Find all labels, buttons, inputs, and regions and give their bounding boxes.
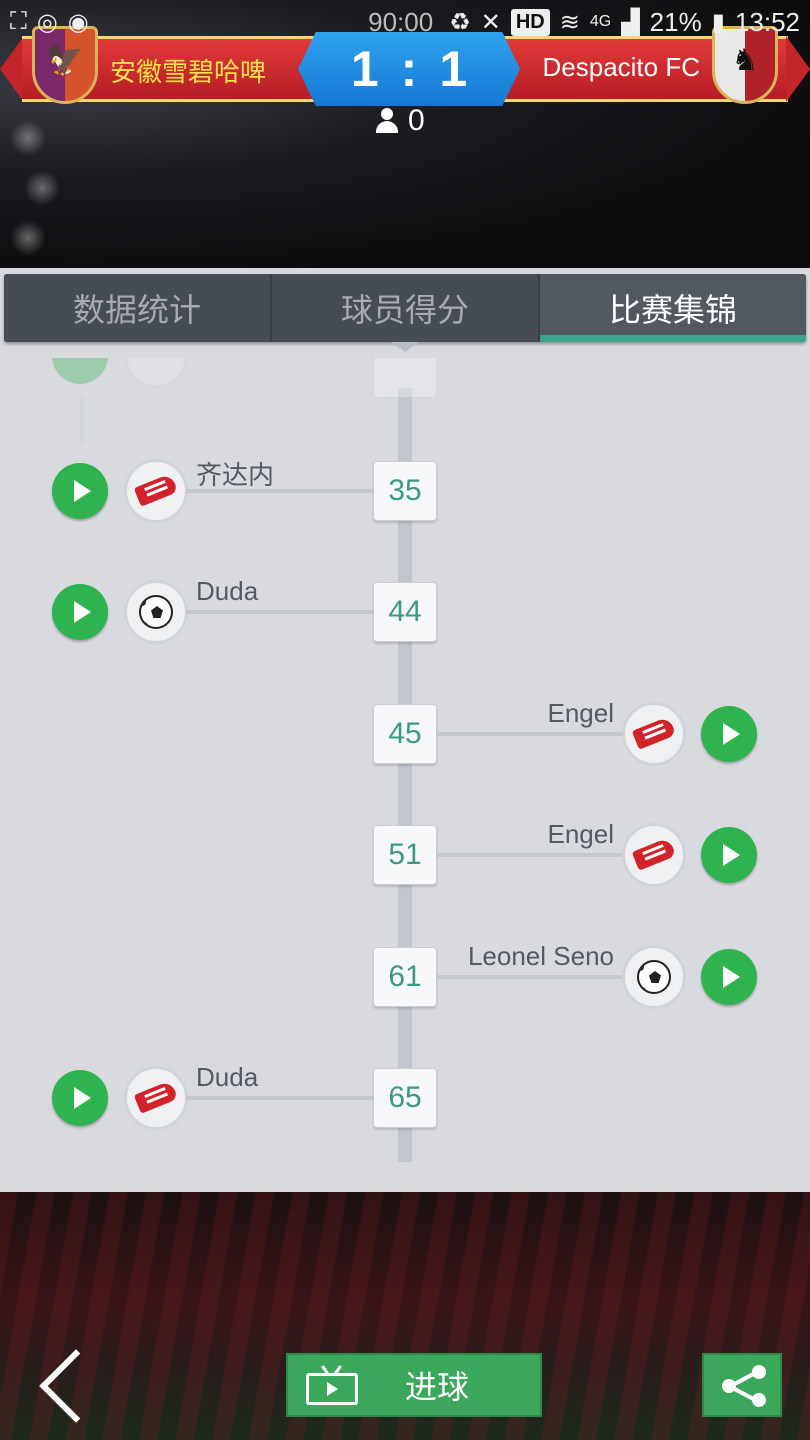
event-connector: [186, 1096, 374, 1100]
player-name: Engel: [547, 698, 615, 728]
player-name: 齐达内: [196, 460, 275, 490]
game-clock: 90:00: [368, 6, 434, 37]
minute-marker: 61: [373, 947, 437, 1007]
network-type: 4G: [589, 13, 612, 30]
play-highlight-button[interactable]: [701, 706, 757, 762]
event-connector: [436, 732, 626, 736]
timeline-event: Duda 65: [0, 1062, 810, 1138]
hd-badge: HD: [510, 8, 550, 36]
share-button[interactable]: [702, 1353, 782, 1417]
tab-statistics[interactable]: 数据统计: [4, 274, 272, 342]
screenshot-icon: ⛶: [10, 8, 27, 35]
timeline-event: 61 Leonel Seno: [0, 941, 810, 1017]
signal-icon: ▟: [621, 8, 640, 36]
play-highlight-button[interactable]: [52, 463, 108, 519]
player-name: Duda: [196, 576, 259, 606]
wifi-icon: ≋: [559, 8, 580, 36]
tab-highlights[interactable]: 比赛集锦: [540, 274, 806, 342]
goals-video-button[interactable]: 进球: [286, 1353, 542, 1417]
player-name: Engel: [547, 819, 615, 849]
event-connector: [186, 610, 374, 614]
highlights-timeline[interactable]: 齐达内 35 Duda 44 45 Engel 51 Engel 61 Leon…: [0, 358, 810, 1192]
minute-marker: 45: [373, 704, 437, 764]
banner-left-arrow: [0, 36, 24, 102]
minute-marker: 51: [373, 825, 437, 885]
event-connector: [436, 853, 626, 857]
tv-play-icon: [306, 1365, 358, 1405]
event-connector: [436, 975, 626, 979]
home-team-name: 安徽雪碧哈啤: [110, 58, 267, 88]
tab-bar: 数据统计 球员得分 比赛集锦: [4, 274, 806, 342]
play-highlight-button[interactable]: [52, 584, 108, 640]
tab-player-scores[interactable]: 球员得分: [272, 274, 540, 342]
goals-button-label: 进球: [404, 1368, 469, 1406]
ball-icon: [139, 595, 173, 629]
status-bar: ⛶ ◎ ◉ 90:00 ♻ ✕ HD ≋ 4G ▟ 21% ▮ 13:52: [0, 0, 810, 44]
boot-icon: [632, 719, 676, 749]
mute-icon: ✕: [480, 8, 501, 36]
event-icon: [124, 580, 188, 644]
away-team-name: Despacito FC: [542, 52, 701, 82]
sync-icon: ◎: [36, 8, 58, 36]
player-name: Leonel Seno: [467, 941, 614, 971]
play-highlight-button[interactable]: [701, 827, 757, 883]
timeline-event: 45 Engel: [0, 698, 810, 774]
event-icon: [124, 1066, 188, 1130]
event-icon: [124, 459, 188, 523]
timeline-event: 齐达内 35: [0, 459, 810, 531]
tab-bar-container: 数据统计 球员得分 比赛集锦: [0, 268, 810, 358]
minute-marker: 35: [373, 461, 437, 521]
back-button[interactable]: [38, 1350, 98, 1426]
play-highlight-button[interactable]: [52, 1070, 108, 1126]
recycle-icon: ♻: [449, 8, 471, 36]
battery-icon: ▮: [711, 8, 725, 36]
clock: 13:52: [734, 6, 800, 37]
home-score: 1: [350, 41, 379, 97]
target-icon: ◉: [67, 8, 89, 36]
ball-icon: [637, 960, 671, 994]
timeline-event: Duda 44: [0, 576, 810, 652]
play-highlight-button[interactable]: [701, 949, 757, 1005]
score-separator: :: [400, 41, 418, 97]
away-score: 1: [439, 41, 468, 97]
minute-marker: 44: [373, 582, 437, 642]
person-icon: [376, 108, 398, 134]
banner-right-arrow: [786, 36, 810, 102]
viewer-count-value: 0: [408, 104, 425, 137]
event-icon: [622, 823, 686, 887]
boot-icon: [134, 1083, 178, 1113]
battery-percent: 21%: [649, 6, 702, 37]
event-icon: [622, 945, 686, 1009]
tab-pointer: [391, 342, 419, 352]
timeline-event: 51 Engel: [0, 819, 810, 895]
boot-icon: [632, 840, 676, 870]
event-icon: [622, 702, 686, 766]
viewer-count: 0: [376, 104, 425, 138]
player-name: Duda: [196, 1062, 259, 1092]
boot-icon: [134, 476, 178, 506]
minute-marker: 65: [373, 1068, 437, 1128]
